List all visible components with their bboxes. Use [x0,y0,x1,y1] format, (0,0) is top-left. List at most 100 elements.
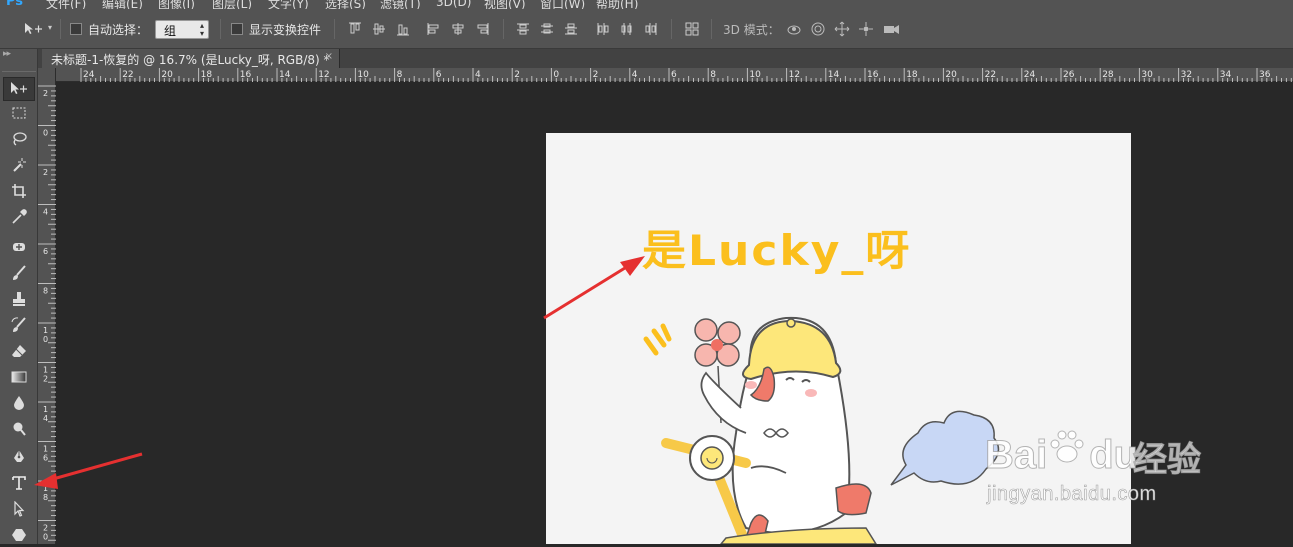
ruler-label: 10 [749,70,761,80]
show-transform-checkbox[interactable] [231,23,243,35]
preset-dropdown-icon[interactable]: ▾ [48,23,52,32]
align-bottom-edges-icon[interactable] [395,21,411,37]
distribute-vertical-centers-icon[interactable] [539,21,555,37]
ruler-label: 2 [43,89,48,98]
ruler-label: 1 [43,326,48,335]
align-horizontal-centers-icon[interactable] [450,21,466,37]
menu-help[interactable]: 帮助(H) [596,0,638,9]
dodge-tool[interactable] [3,417,35,441]
ruler-label: 16 [240,70,252,80]
ruler-label: 0 [553,70,559,80]
show-transform-option[interactable]: 显示变换控件 [231,9,321,49]
3d-slide-icon[interactable] [858,21,874,37]
ruler-label: 0 [43,533,48,542]
ruler-label: 12 [789,70,800,80]
spot-healing-brush-tool[interactable] [3,235,35,259]
clone-stamp-tool[interactable] [3,287,35,311]
blur-tool[interactable] [3,391,35,415]
photoshop-logo: Ps [6,0,24,9]
align-right-edges-icon[interactable] [474,21,490,37]
ruler-label: 0 [43,335,48,344]
menu-filter[interactable]: 滤镜(T) [380,0,421,9]
ruler-label: 2 [593,70,599,80]
path-selection-tool[interactable] [3,497,35,521]
eyedropper-icon [12,209,27,224]
dodge-icon [13,422,26,436]
3d-scale-icon[interactable] [882,21,902,37]
eraser-icon [12,345,26,357]
menu-window[interactable]: 窗口(W) [540,0,585,9]
ruler-label: 24 [1024,70,1036,80]
align-top-edges-icon[interactable] [347,21,363,37]
eraser-tool[interactable] [3,339,35,363]
ruler-label: 20 [945,70,957,80]
magic-wand-tool[interactable] [3,153,35,177]
brush-icon [13,265,26,280]
ruler-label: 1 [43,445,48,454]
align-left-edges-icon[interactable] [426,21,442,37]
auto-select-checkbox[interactable] [70,23,82,35]
horizontal-ruler-ticks: 24 22 20 18 16 14 12 10 8 6 4 2 0 2 4 6 8 10 12 14 16 18 20 22 2… [80,68,1292,82]
document-tab-title: 未标题-1-恢复的 @ 16.7% (是Lucky_呀, RGB/8) * [51,53,330,67]
menu-select[interactable]: 选择(S) [325,0,366,9]
menu-bar: Ps 文件(F) 编辑(E) 图像(I) 图层(L) 文字(Y) 选择(S) 滤… [0,0,1293,9]
ruler-label: 12 [318,70,329,80]
pen-tool[interactable] [3,445,35,469]
baidu-jingyan-watermark: Bai du 经验 jingyan.baidu.com [984,410,1225,520]
horizontal-ruler[interactable]: 24 22 20 18 16 14 12 10 8 6 4 2 0 2 4 6 8 10 12 14 16 18 20 22 2… [56,68,1293,82]
stamp-icon [13,292,25,306]
ruler-label: 14 [828,70,840,80]
menu-image[interactable]: 图像(I) [158,0,195,9]
crop-tool[interactable] [3,179,35,203]
menu-view[interactable]: 视图(V) [484,0,526,9]
3d-pan-icon[interactable] [834,21,850,37]
ruler-label: 8 [397,70,403,80]
ruler-label: 6 [671,70,677,80]
distribute-right-icon[interactable] [643,21,659,37]
ruler-label: 4 [43,208,48,217]
speech-cloud [890,410,1000,486]
3d-roll-icon[interactable] [810,21,826,37]
custom-shape-tool[interactable] [3,523,35,547]
ruler-label: 2 [43,524,48,533]
ruler-label: 36 [1259,70,1271,80]
vertical-ruler-ticks: 202468101214161820 [38,85,56,542]
menu-edit[interactable]: 编辑(E) [102,0,143,9]
close-tab-icon[interactable]: × [325,51,333,62]
ruler-label: 1 [43,484,48,493]
marquee-icon [12,107,26,119]
3d-rotate-icon[interactable] [786,21,802,37]
align-vertical-centers-icon[interactable] [371,21,387,37]
eyedropper-tool[interactable] [3,205,35,229]
ruler-label: 2 [514,70,520,80]
panel-collapse-icon[interactable]: ▸▸ [3,49,11,59]
brush-tool[interactable] [3,261,35,285]
rectangular-marquee-tool[interactable] [3,101,35,125]
options-bar: ▾ 自动选择： 组 ▴ ▾ 显示变换控件 3D 模式： [0,9,1293,49]
ruler-label: 10 [357,70,369,80]
distribute-bottom-icon[interactable] [563,21,579,37]
distribute-left-icon[interactable] [595,21,611,37]
distribute-horizontal-centers-icon[interactable] [619,21,635,37]
lasso-icon [13,132,27,146]
menu-file[interactable]: 文件(F) [46,0,86,9]
type-tool[interactable] [3,471,35,495]
layer-mode-select[interactable]: 组 ▴ ▾ [155,20,209,39]
gradient-tool[interactable] [3,365,35,389]
vertical-ruler[interactable]: 202468101214161820 [38,68,56,544]
menu-3d[interactable]: 3D(D) [436,0,471,9]
menu-type[interactable]: 文字(Y) [268,0,309,9]
auto-align-layers-icon[interactable] [684,21,700,37]
ruler-label: 2 [43,375,48,384]
history-brush-tool[interactable] [3,313,35,337]
move-tool[interactable] [3,77,35,101]
menu-layer[interactable]: 图层(L) [212,0,252,9]
lasso-tool[interactable] [3,127,35,151]
magic-wand-icon [13,158,26,172]
path-selection-icon [14,501,25,517]
distribute-top-icon[interactable] [515,21,531,37]
show-transform-label: 显示变换控件 [249,22,322,37]
move-tool-preset-icon[interactable] [22,21,44,37]
document-tab[interactable]: 未标题-1-恢复的 @ 16.7% (是Lucky_呀, RGB/8) * × [42,49,340,68]
auto-select-option[interactable]: 自动选择： [70,9,148,49]
